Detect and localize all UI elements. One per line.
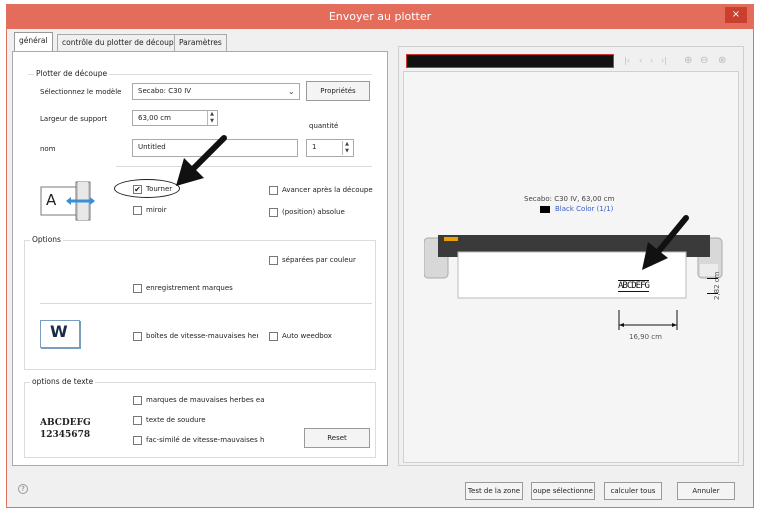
auto-weedbox-label: Auto weedbox xyxy=(282,332,332,340)
model-select[interactable]: Secabo: C30 IV xyxy=(132,83,300,100)
weed-boxes-checkbox[interactable] xyxy=(133,332,142,341)
calc-all-button[interactable]: calculer tous xyxy=(604,482,662,500)
height-dimension-label: 2,82 cm xyxy=(713,271,721,300)
name-label: nom xyxy=(40,145,56,153)
tab-parameters[interactable]: Paramètres xyxy=(174,34,227,51)
separate-color-checkbox[interactable] xyxy=(269,256,278,265)
weed-marks-checkbox[interactable] xyxy=(133,396,142,405)
reset-button[interactable]: Reset xyxy=(304,428,370,448)
quantity-stepper[interactable]: ▲ ▼ xyxy=(342,141,351,155)
plotter-divider xyxy=(116,166,372,167)
auto-weedbox-checkbox[interactable] xyxy=(269,332,278,341)
chevron-down-icon[interactable]: ⌄ xyxy=(288,87,295,96)
rotate-label: Tourner xyxy=(146,185,173,193)
sample-text-line2: 12345678 xyxy=(40,430,91,440)
group-selected-button[interactable]: oupe sélectionne xyxy=(531,482,595,500)
rotate-icon-letter: A xyxy=(46,191,57,209)
width-dimension-label: 16,90 cm xyxy=(629,333,662,341)
preview-plotter-info: Secabo: C30 IV, 63,00 cm xyxy=(524,195,615,203)
name-value: Untitled xyxy=(138,143,166,151)
preview-progress-bar xyxy=(406,54,614,68)
test-area-button[interactable]: Test de la zone xyxy=(465,482,523,500)
absolute-checkbox[interactable] xyxy=(269,208,278,217)
pointer-arrow-icon xyxy=(170,134,228,190)
model-label: Sélectionnez le modèle xyxy=(40,88,122,96)
plotter-section-title: Plotter de découpe xyxy=(34,69,110,78)
design-text-preview: ABCDEFG xyxy=(618,280,650,292)
mirror-checkbox[interactable] xyxy=(133,206,142,215)
register-marks-label: enregistrement marques xyxy=(146,284,233,292)
next-page-icon[interactable]: › xyxy=(650,56,653,65)
advance-checkbox[interactable] xyxy=(269,186,278,195)
tab-plotter-control[interactable]: contrôle du plotter de découpe xyxy=(57,34,184,51)
weld-text-label: texte de soudure xyxy=(146,416,206,424)
quantity-label: quantité xyxy=(309,122,339,130)
first-page-icon[interactable]: |‹ xyxy=(624,56,630,65)
sample-text-line1: ABCDEFG xyxy=(40,418,91,428)
weed-boxes-label: boîtes de vitesse-mauvaises her xyxy=(146,332,258,340)
last-page-icon[interactable]: ›| xyxy=(661,56,667,65)
media-width-value: 63,00 cm xyxy=(138,114,171,122)
preview-pointer-arrow-icon xyxy=(636,214,692,274)
absolute-label: (position) absolue xyxy=(282,208,345,216)
model-select-value: Secabo: C30 IV xyxy=(138,87,192,95)
zoom-in-icon[interactable]: ⊕ xyxy=(684,55,692,66)
color-legend-swatch xyxy=(540,206,550,213)
weed-marks-label: marques de mauvaises herbes ea: xyxy=(146,396,264,404)
weed-icon-letter: W xyxy=(50,322,68,341)
zoom-out-icon[interactable]: ⊖ xyxy=(700,55,708,66)
media-width-field[interactable]: 63,00 cm xyxy=(132,110,218,126)
media-width-stepper[interactable]: ▲ ▼ xyxy=(207,111,216,125)
window-title: Envoyer au plotter xyxy=(328,10,432,23)
rotate-checkbox[interactable]: ✔ xyxy=(133,185,142,194)
options-section-title: Options xyxy=(30,235,63,244)
text-options-section-title: options de texte xyxy=(30,377,96,386)
properties-button[interactable]: Propriétés xyxy=(306,81,370,101)
close-button[interactable]: × xyxy=(725,7,747,23)
options-divider xyxy=(40,303,372,304)
quantity-value: 1 xyxy=(312,143,317,151)
weed-fax-label: fac-similé de vitesse-mauvaises h xyxy=(146,436,264,444)
mirror-label: miroir xyxy=(146,206,167,214)
register-marks-checkbox[interactable] xyxy=(133,284,142,293)
tab-general[interactable]: général xyxy=(14,32,53,52)
prev-page-icon[interactable]: ‹ xyxy=(639,56,642,65)
separate-color-label: séparées par couleur xyxy=(282,256,356,264)
weed-fax-checkbox[interactable] xyxy=(133,436,142,445)
color-legend-label[interactable]: Black Color (1/1) xyxy=(555,205,613,213)
media-width-label: Largeur de support xyxy=(40,115,108,123)
cancel-button[interactable]: Annuler xyxy=(677,482,735,500)
weld-text-checkbox[interactable] xyxy=(133,416,142,425)
width-dimension-line xyxy=(618,310,678,330)
zoom-fit-icon[interactable]: ⊗ xyxy=(718,55,726,66)
help-icon[interactable]: ? xyxy=(18,484,28,494)
advance-label: Avancer après la découpe xyxy=(282,186,373,194)
